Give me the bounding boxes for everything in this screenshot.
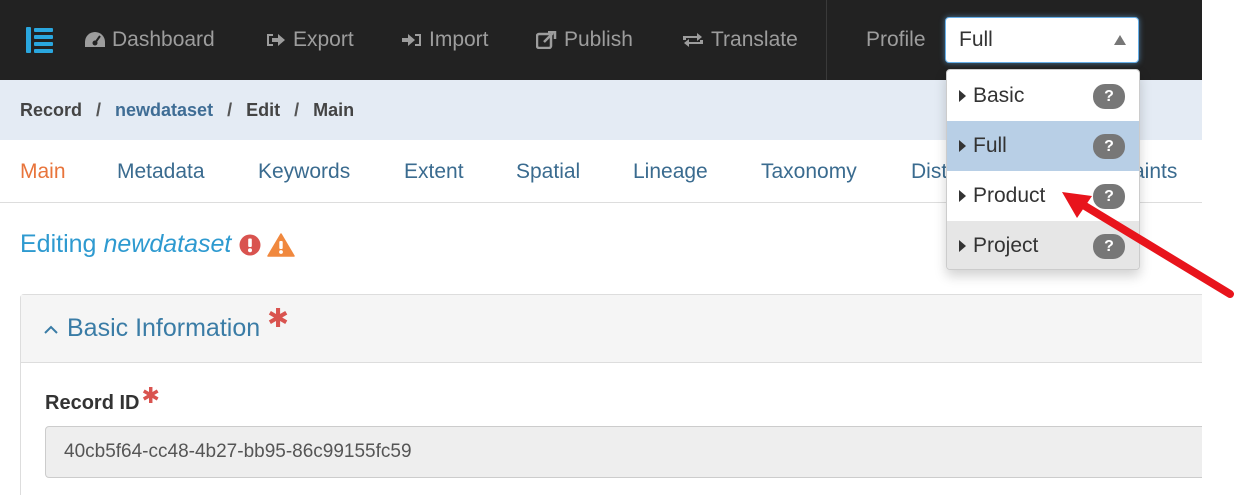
breadcrumb-dataset-link[interactable]: newdataset <box>115 100 213 121</box>
publish-icon <box>536 31 557 49</box>
caret-right-icon <box>959 190 966 202</box>
page-title: Editing newdataset <box>20 230 296 259</box>
tab-lineage[interactable]: Lineage <box>633 140 708 203</box>
profile-option-label: Project <box>973 234 1039 257</box>
tab-taxonomy[interactable]: Taxonomy <box>761 140 857 203</box>
breadcrumb-record: Record <box>20 99 83 120</box>
record-id-value: 40cb5f64-cc48-4b27-bb95-86c99155fc59 <box>64 441 412 462</box>
help-icon[interactable]: ? <box>1093 84 1125 109</box>
basic-information-panel: Basic Information ✱ Record ID✱ 40cb5f64-… <box>20 294 1202 495</box>
required-asterisk-icon: ✱ <box>141 383 160 408</box>
caret-right-icon <box>959 140 966 152</box>
app-logo-icon[interactable] <box>24 24 56 56</box>
profile-select-value: Full <box>959 28 993 51</box>
record-id-field[interactable]: 40cb5f64-cc48-4b27-bb95-86c99155fc59 <box>45 426 1202 478</box>
tab-distribution[interactable]: Dist <box>911 140 947 203</box>
nav-translate-label: Translate <box>711 28 798 51</box>
profile-label: Profile <box>866 28 926 51</box>
tab-main[interactable]: Main <box>20 140 66 203</box>
required-asterisk-icon: ✱ <box>267 303 289 333</box>
caret-right-icon <box>959 240 966 252</box>
help-icon[interactable]: ? <box>1093 184 1125 209</box>
profile-option-label: Basic <box>973 84 1025 107</box>
record-id-label-text: Record ID <box>45 392 140 414</box>
translate-icon <box>683 33 703 47</box>
navbar-divider <box>826 0 827 80</box>
nav-dashboard-label: Dashboard <box>112 28 215 51</box>
caret-right-icon <box>959 90 966 102</box>
nav-translate[interactable]: Translate <box>681 0 798 80</box>
nav-export-label: Export <box>293 28 354 51</box>
breadcrumb-main: Main <box>313 99 355 120</box>
profile-option-product[interactable]: Product ? <box>947 171 1139 221</box>
export-icon <box>267 34 285 46</box>
dashboard-icon <box>85 32 105 47</box>
page-title-dataset: newdataset <box>103 230 232 258</box>
breadcrumb-separator: / <box>227 99 233 120</box>
warning-icon[interactable] <box>267 232 296 257</box>
profile-dropdown-menu: Basic ? Full ? Product ? Project ? <box>946 69 1140 270</box>
tab-keywords[interactable]: Keywords <box>258 140 350 203</box>
app-window: Dashboard Export Import Publish Translat… <box>0 0 1202 495</box>
nav-publish-label: Publish <box>564 28 633 51</box>
breadcrumb-edit: Edit <box>246 99 281 120</box>
nav-import[interactable]: Import <box>401 0 489 80</box>
profile-select[interactable]: Full <box>945 17 1139 63</box>
nav-dashboard[interactable]: Dashboard <box>84 0 215 80</box>
chevron-up-icon <box>43 323 59 335</box>
tab-extent[interactable]: Extent <box>404 140 464 203</box>
top-navbar: Dashboard Export Import Publish Translat… <box>0 0 1202 80</box>
breadcrumb-separator: / <box>294 99 300 120</box>
triangle-up-icon <box>1114 35 1126 45</box>
breadcrumb-separator: / <box>96 99 102 120</box>
profile-option-label: Full <box>973 134 1007 157</box>
error-icon[interactable] <box>239 234 261 256</box>
tab-metadata[interactable]: Metadata <box>117 140 205 203</box>
profile-option-project[interactable]: Project ? <box>947 221 1139 269</box>
nav-publish[interactable]: Publish <box>536 0 633 80</box>
help-icon[interactable]: ? <box>1093 134 1125 159</box>
record-id-label: Record ID✱ <box>45 383 160 415</box>
help-icon[interactable]: ? <box>1093 234 1125 259</box>
profile-option-label: Product <box>973 184 1046 207</box>
nav-export[interactable]: Export <box>265 0 354 80</box>
tab-spatial[interactable]: Spatial <box>516 140 580 203</box>
import-icon <box>402 34 421 46</box>
profile-option-basic[interactable]: Basic ? <box>947 71 1139 121</box>
nav-import-label: Import <box>429 28 489 51</box>
panel-title: Basic Information <box>67 314 261 342</box>
page-title-prefix: Editing <box>20 230 97 258</box>
panel-heading[interactable]: Basic Information ✱ <box>21 295 1202 363</box>
profile-option-full[interactable]: Full ? <box>947 121 1139 171</box>
